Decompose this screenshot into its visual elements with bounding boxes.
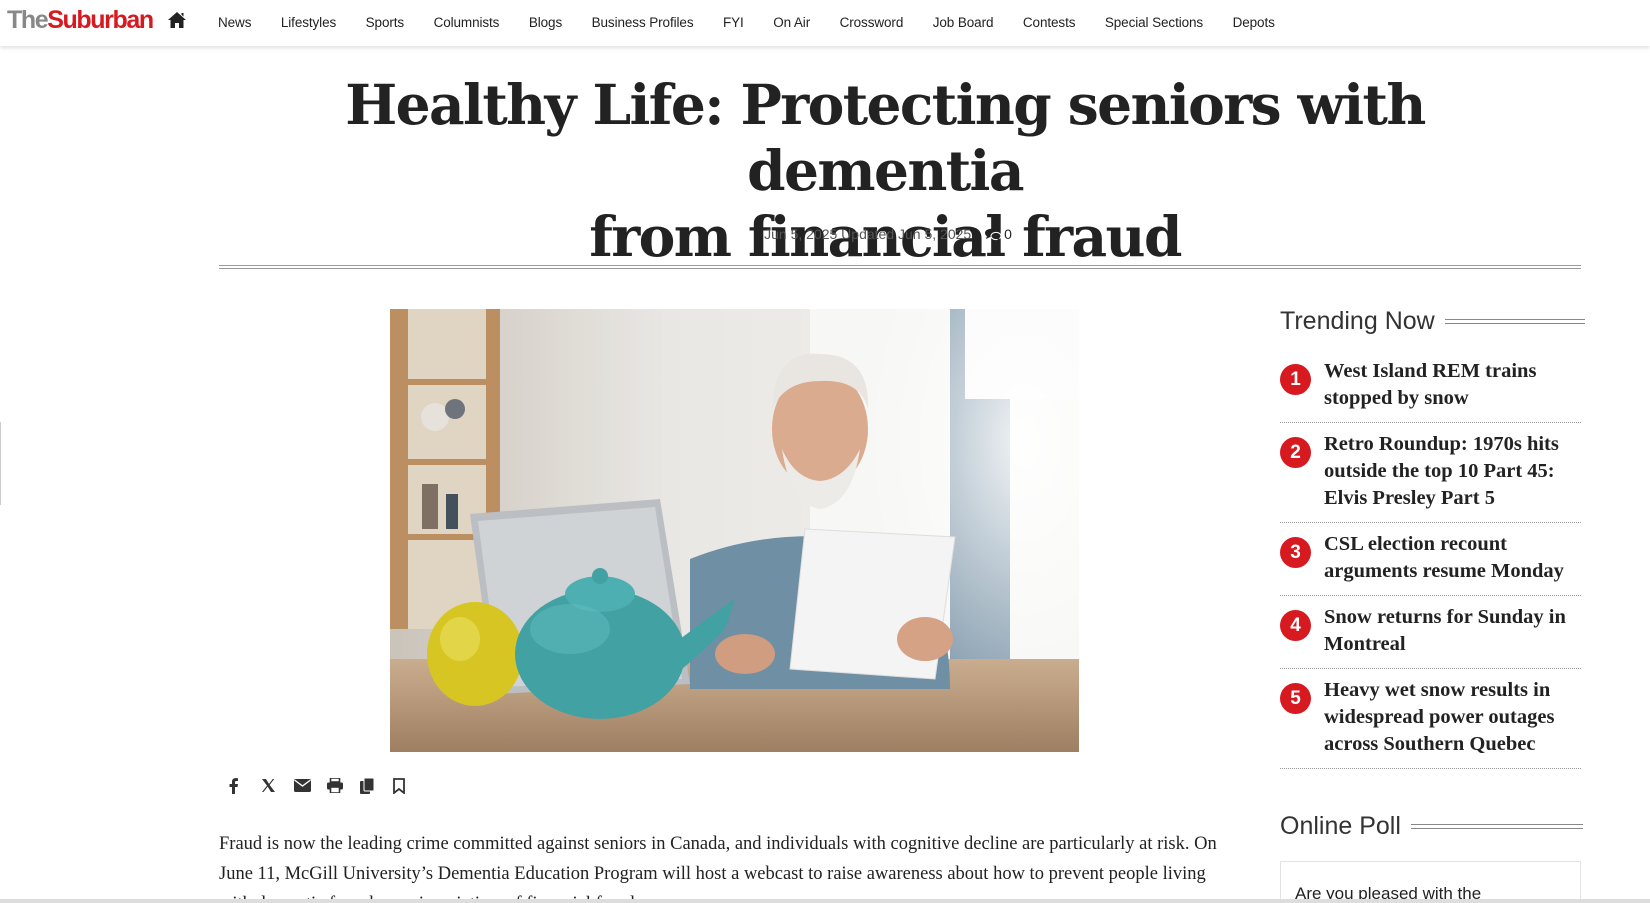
trending-headline-link[interactable]: CSL election recount arguments resume Mo… <box>1324 531 1581 585</box>
logo-the: The <box>7 6 49 34</box>
trending-headline-link[interactable]: Heavy wet snow results in widespread pow… <box>1324 677 1581 758</box>
trending-list: 1 West Island REM trains stopped by snow 2… <box>1280 350 1581 769</box>
trending-rank-badge: 3 <box>1280 537 1311 568</box>
print-share-button[interactable] <box>327 776 360 800</box>
nav-item-news[interactable]: News <box>218 15 251 30</box>
nav-item-contests[interactable]: Contests <box>1023 15 1076 30</box>
nav-item-depots[interactable]: Depots <box>1233 15 1275 30</box>
logo-suburban: Suburban <box>47 6 154 34</box>
home-icon[interactable] <box>167 11 187 31</box>
email-icon <box>294 779 311 797</box>
email-share-button[interactable] <box>294 776 327 800</box>
nav-item-columnists[interactable]: Columnists <box>434 15 500 30</box>
nav-item-business-profiles[interactable]: Business Profiles <box>592 15 694 30</box>
trending-rank-badge: 4 <box>1280 610 1311 641</box>
bottom-scrollbar[interactable] <box>0 899 1650 903</box>
comment-count: 0 <box>1004 226 1012 242</box>
nav-item-blogs[interactable]: Blogs <box>529 15 562 30</box>
comments-icon <box>985 228 1002 241</box>
facebook-icon <box>228 777 239 799</box>
trending-item[interactable]: 5 Heavy wet snow results in widespread po… <box>1280 669 1581 769</box>
top-navigation: The Suburban News Lifestyles Sports Columnis… <box>0 0 1650 46</box>
bookmark-icon <box>393 777 405 799</box>
trending-item[interactable]: 2 Retro Roundup: 1970s hits outside the t… <box>1280 423 1581 523</box>
poll-heading: Online Poll <box>1280 812 1583 841</box>
facebook-share-button[interactable] <box>228 776 261 800</box>
nav-item-sports[interactable]: Sports <box>366 15 405 30</box>
nav-item-special-sections[interactable]: Special Sections <box>1105 15 1203 30</box>
trending-rank-badge: 5 <box>1280 683 1311 714</box>
trending-heading: Trending Now <box>1280 307 1585 336</box>
copy-share-button[interactable] <box>360 776 393 800</box>
nav-item-job-board[interactable]: Job Board <box>933 15 994 30</box>
main-menu: News Lifestyles Sports Columnists Blogs Busin… <box>218 0 1304 44</box>
trending-title-rule <box>1444 319 1585 324</box>
nav-item-on-air[interactable]: On Air <box>773 15 810 30</box>
nav-item-crossword[interactable]: Crossword <box>840 15 904 30</box>
x-share-button[interactable] <box>261 776 294 800</box>
poll-box: Are you pleased with the <box>1280 861 1581 903</box>
article-title-line1: Healthy Life: Protecting seniors with de… <box>345 72 1426 203</box>
article-meta: Jun 5, 2025 Updated Jun 5, 2025 0 <box>0 226 1650 242</box>
left-edge-tab[interactable] <box>0 422 2 505</box>
poll-title: Online Poll <box>1280 812 1401 840</box>
trending-item[interactable]: 4 Snow returns for Sunday in Montreal <box>1280 596 1581 669</box>
article-body: Fraud is now the leading crime committed… <box>219 834 1217 903</box>
x-icon <box>261 778 276 798</box>
trending-headline-link[interactable]: West Island REM trains stopped by snow <box>1324 358 1581 412</box>
nav-item-fyi[interactable]: FYI <box>723 15 744 30</box>
copy-icon <box>360 777 375 799</box>
comments-link[interactable]: 0 <box>985 226 1012 242</box>
article-photo[interactable] <box>390 309 1079 752</box>
site-logo[interactable]: The Suburban <box>7 6 154 40</box>
article-dates: Jun 5, 2025 Updated Jun 5, 2025 <box>764 226 972 242</box>
print-icon <box>327 777 343 798</box>
bookmark-share-button[interactable] <box>393 776 426 800</box>
poll-title-rule <box>1410 824 1583 829</box>
header-divider <box>219 265 1581 269</box>
trending-title: Trending Now <box>1280 307 1435 335</box>
trending-headline-link[interactable]: Retro Roundup: 1970s hits outside the to… <box>1324 431 1581 512</box>
trending-item[interactable]: 1 West Island REM trains stopped by snow <box>1280 350 1581 423</box>
trending-headline-link[interactable]: Snow returns for Sunday in Montreal <box>1324 604 1581 658</box>
trending-rank-badge: 2 <box>1280 437 1311 468</box>
share-toolbar <box>228 776 426 800</box>
trending-rank-badge: 1 <box>1280 364 1311 395</box>
trending-item[interactable]: 3 CSL election recount arguments resume M… <box>1280 523 1581 596</box>
nav-item-lifestyles[interactable]: Lifestyles <box>281 15 336 30</box>
